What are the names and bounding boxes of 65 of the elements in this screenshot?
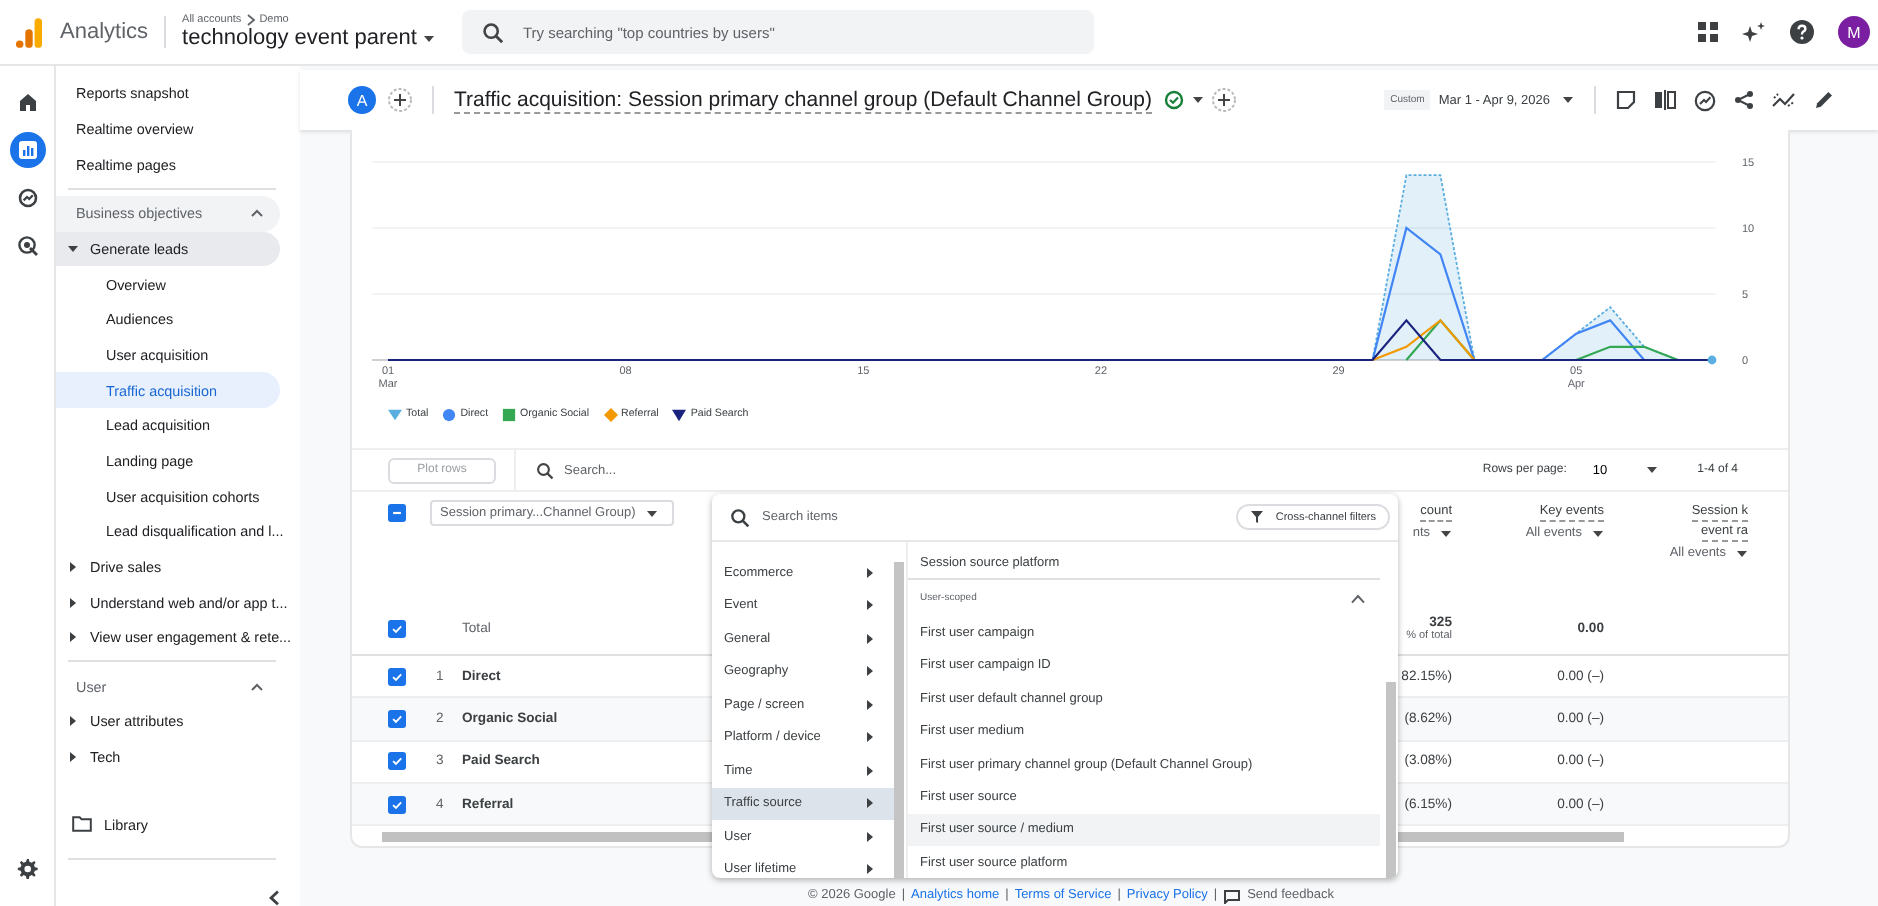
- add-comparison-icon[interactable]: [388, 88, 412, 112]
- row-checkbox[interactable]: [388, 709, 406, 728]
- select-all-checkbox[interactable]: [388, 504, 406, 522]
- compare-icon[interactable]: [1654, 90, 1676, 110]
- check-circle-icon: [1164, 90, 1185, 110]
- comparison-chip[interactable]: A: [348, 86, 376, 114]
- check-icon: [390, 752, 404, 771]
- property-selector[interactable]: technology event parent: [182, 26, 437, 50]
- caret-icon: [422, 33, 437, 43]
- row-checkbox[interactable]: [388, 795, 406, 814]
- end-point-marker: [1707, 355, 1717, 365]
- submenu-arrow-icon: [866, 666, 874, 677]
- folder-icon: [72, 816, 92, 833]
- submenu-arrow-icon: [866, 765, 874, 776]
- search-icon: [536, 461, 554, 479]
- trend-icon[interactable]: [1772, 90, 1796, 110]
- submenu-arrow-icon: [866, 699, 874, 710]
- caret-icon: [1440, 529, 1452, 537]
- settings-icon[interactable]: [16, 858, 38, 880]
- product-name: Analytics: [60, 20, 149, 44]
- triangle-icon: [68, 243, 78, 254]
- add-icon[interactable]: [1212, 88, 1237, 112]
- submenu-arrow-icon: [866, 633, 874, 644]
- chevron-icon: [1350, 593, 1366, 604]
- edit-icon[interactable]: [1814, 90, 1834, 110]
- row-checkbox[interactable]: [388, 667, 406, 686]
- chevron-icon: [250, 208, 264, 219]
- submenu-arrow-icon: [866, 831, 874, 842]
- sparkle-icon[interactable]: [1742, 21, 1766, 43]
- search-icon: [482, 21, 505, 43]
- triangle-icon: [68, 597, 78, 607]
- triangle-icon: [68, 632, 78, 643]
- filter-icon: [1249, 510, 1264, 524]
- scrollbar-thumb[interactable]: [1386, 682, 1396, 878]
- collapse-icon[interactable]: [268, 890, 280, 906]
- user-avatar[interactable]: M: [1838, 16, 1870, 48]
- chevron-right-icon: [245, 14, 256, 26]
- chevron-icon: [250, 681, 264, 692]
- caret-icon: [1736, 549, 1748, 557]
- triangle-icon: [68, 752, 78, 763]
- triangle-icon: [68, 561, 78, 572]
- analytics-logo-icon: [16, 17, 42, 47]
- caret-icon: [1562, 96, 1574, 104]
- apps-grid-icon[interactable]: [1698, 22, 1718, 42]
- help-icon[interactable]: [1790, 20, 1814, 44]
- feedback-icon[interactable]: [1223, 889, 1240, 903]
- caret-icon: [1645, 466, 1658, 474]
- triangle-icon: [68, 716, 78, 727]
- submenu-arrow-icon: [866, 567, 874, 578]
- caret-icon[interactable]: [1192, 96, 1205, 104]
- submenu-arrow-icon: [866, 864, 874, 875]
- search-icon: [730, 507, 750, 527]
- caret-icon: [1592, 529, 1604, 537]
- insights-icon[interactable]: [1694, 89, 1716, 111]
- caret-icon: [645, 509, 658, 517]
- submenu-arrow-icon: [866, 798, 874, 809]
- reports-nav-icon[interactable]: [9, 132, 45, 168]
- row-checkbox[interactable]: [388, 619, 406, 637]
- scrollbar-thumb[interactable]: [894, 562, 904, 878]
- submenu-arrow-icon: [866, 732, 874, 743]
- note-icon[interactable]: [1616, 90, 1636, 110]
- row-checkbox[interactable]: [388, 752, 406, 771]
- submenu-arrow-icon: [866, 600, 874, 611]
- share-icon[interactable]: [1734, 90, 1754, 110]
- report-title[interactable]: Traffic acquisition: Session primary channel group (Default Channel Group): [454, 87, 1153, 113]
